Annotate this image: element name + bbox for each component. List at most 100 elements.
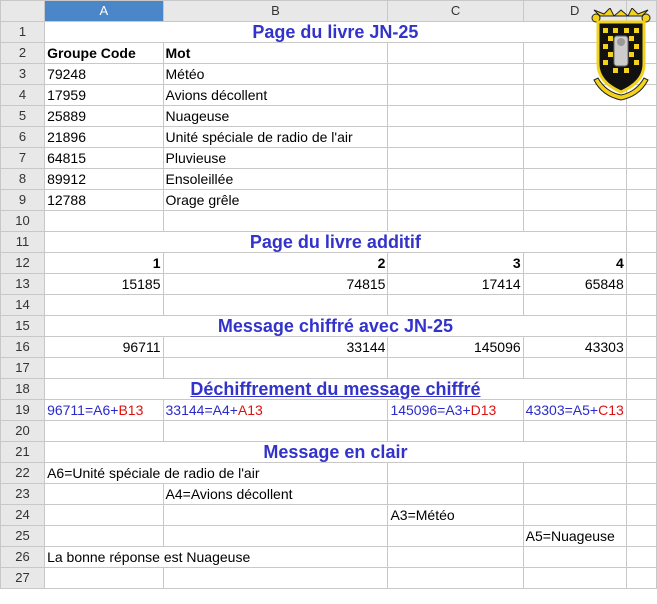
code-cell[interactable]: 21896 xyxy=(44,126,164,148)
cell[interactable] xyxy=(522,210,627,232)
row-header[interactable]: 27 xyxy=(0,567,46,589)
cell[interactable] xyxy=(522,147,627,169)
cell[interactable] xyxy=(625,252,657,274)
cell[interactable] xyxy=(625,294,657,316)
decryption-cell[interactable]: 33144=A4+A13 xyxy=(162,399,389,421)
row-header[interactable]: 2 xyxy=(0,42,46,64)
row-header[interactable]: 1 xyxy=(0,21,46,43)
additive-value-cell[interactable]: 17414 xyxy=(387,273,524,295)
title-additive-page[interactable]: Page du livre additif xyxy=(44,231,627,253)
title-jn25-page[interactable]: Page du livre JN-25 xyxy=(44,21,627,43)
cell[interactable] xyxy=(522,126,627,148)
cell[interactable] xyxy=(44,525,164,547)
cell[interactable] xyxy=(387,462,524,484)
word-cell[interactable]: Avions décollent xyxy=(162,84,389,106)
cell[interactable] xyxy=(44,483,164,505)
clear-text-cell[interactable]: A4=Avions décollent xyxy=(162,483,389,505)
cell[interactable] xyxy=(387,189,524,211)
cell[interactable] xyxy=(522,462,627,484)
cell[interactable] xyxy=(522,546,627,568)
cell[interactable] xyxy=(625,210,657,232)
cell[interactable] xyxy=(625,462,657,484)
clear-text-cell[interactable]: A3=Météo xyxy=(387,504,524,526)
column-header-a[interactable]: A xyxy=(44,0,164,22)
cell[interactable] xyxy=(387,483,524,505)
row-header[interactable]: 15 xyxy=(0,315,46,337)
cell[interactable] xyxy=(387,525,524,547)
decryption-cell[interactable]: 96711=A6+B13 xyxy=(44,399,164,421)
additive-index-cell[interactable]: 3 xyxy=(387,252,524,274)
cell[interactable] xyxy=(522,483,627,505)
row-header[interactable]: 10 xyxy=(0,210,46,232)
cell[interactable] xyxy=(387,357,524,379)
cell[interactable] xyxy=(625,504,657,526)
additive-index-cell[interactable]: 4 xyxy=(522,252,627,274)
cell[interactable] xyxy=(625,483,657,505)
word-cell[interactable]: Ensoleillée xyxy=(162,168,389,190)
cell[interactable] xyxy=(162,294,389,316)
cell[interactable] xyxy=(625,126,657,148)
row-header[interactable]: 3 xyxy=(0,63,46,85)
cell[interactable] xyxy=(387,42,524,64)
cell[interactable] xyxy=(522,567,627,589)
row-header[interactable]: 21 xyxy=(0,441,46,463)
encrypted-value-cell[interactable]: 96711 xyxy=(44,336,164,358)
row-header[interactable]: 6 xyxy=(0,126,46,148)
row-header[interactable]: 4 xyxy=(0,84,46,106)
cell[interactable] xyxy=(625,357,657,379)
cell[interactable] xyxy=(625,273,657,295)
cell[interactable] xyxy=(387,168,524,190)
word-cell[interactable]: Orage grêle xyxy=(162,189,389,211)
encrypted-value-cell[interactable]: 145096 xyxy=(387,336,524,358)
cell[interactable] xyxy=(387,84,524,106)
cell[interactable] xyxy=(44,210,164,232)
cell[interactable] xyxy=(44,294,164,316)
title-plaintext[interactable]: Message en clair xyxy=(44,441,627,463)
cell[interactable] xyxy=(387,147,524,169)
title-decryption[interactable]: Déchiffrement du message chiffré xyxy=(44,378,627,400)
code-cell[interactable]: 89912 xyxy=(44,168,164,190)
cell[interactable] xyxy=(625,546,657,568)
code-cell[interactable]: 79248 xyxy=(44,63,164,85)
cell[interactable] xyxy=(162,504,389,526)
additive-value-cell[interactable]: 65848 xyxy=(522,273,627,295)
cell[interactable] xyxy=(522,357,627,379)
row-header[interactable]: 20 xyxy=(0,420,46,442)
cell[interactable] xyxy=(625,420,657,442)
cell[interactable] xyxy=(522,504,627,526)
row-header[interactable]: 5 xyxy=(0,105,46,127)
row-header[interactable]: 11 xyxy=(0,231,46,253)
cell[interactable] xyxy=(387,126,524,148)
cell[interactable] xyxy=(625,441,657,463)
word-cell[interactable]: Unité spéciale de radio de l'air xyxy=(162,126,389,148)
cell[interactable] xyxy=(162,357,389,379)
cell[interactable] xyxy=(625,378,657,400)
cell[interactable] xyxy=(625,525,657,547)
row-header[interactable]: 13 xyxy=(0,273,46,295)
word-cell[interactable]: Météo xyxy=(162,63,389,85)
cell[interactable] xyxy=(625,231,657,253)
additive-index-cell[interactable]: 1 xyxy=(44,252,164,274)
cell[interactable] xyxy=(44,567,164,589)
cell[interactable] xyxy=(162,420,389,442)
row-header[interactable]: 17 xyxy=(0,357,46,379)
cell[interactable] xyxy=(44,504,164,526)
clear-text-cell[interactable]: A6=Unité spéciale de radio de l'air xyxy=(44,462,389,484)
cell[interactable] xyxy=(387,63,524,85)
code-cell[interactable]: 12788 xyxy=(44,189,164,211)
encrypted-value-cell[interactable]: 33144 xyxy=(162,336,389,358)
clear-text-cell[interactable]: La bonne réponse est Nuageuse xyxy=(44,546,389,568)
column-header-b[interactable]: B xyxy=(162,0,389,22)
cell[interactable] xyxy=(625,336,657,358)
cell[interactable] xyxy=(625,315,657,337)
select-all-corner[interactable] xyxy=(0,0,46,22)
row-header[interactable]: 26 xyxy=(0,546,46,568)
cell[interactable] xyxy=(387,567,524,589)
word-cell[interactable]: Pluvieuse xyxy=(162,147,389,169)
code-cell[interactable]: 25889 xyxy=(44,105,164,127)
cell[interactable] xyxy=(522,294,627,316)
cell[interactable] xyxy=(625,567,657,589)
column-header-c[interactable]: C xyxy=(387,0,524,22)
clear-text-cell[interactable]: A5=Nuageuse xyxy=(522,525,627,547)
row-header[interactable]: 22 xyxy=(0,462,46,484)
